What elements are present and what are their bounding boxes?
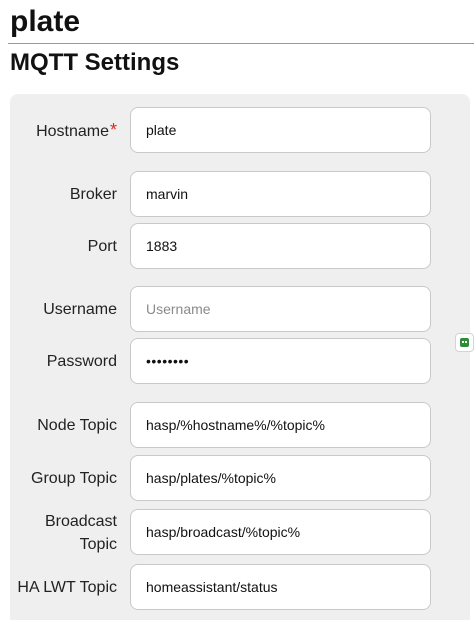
hostname-input[interactable] bbox=[130, 107, 431, 153]
username-input[interactable] bbox=[130, 286, 431, 332]
broadcast-topic-input[interactable] bbox=[130, 509, 431, 555]
port-label: Port bbox=[87, 238, 117, 255]
section-title: MQTT Settings bbox=[10, 49, 180, 76]
broker-row: Broker bbox=[10, 171, 470, 219]
password-label: Password bbox=[46, 353, 117, 370]
group-topic-row: Group Topic bbox=[10, 455, 470, 503]
ha-lwt-topic-row: HA LWT Topic bbox=[10, 564, 470, 612]
broadcast-topic-row: Broadcast Topic bbox=[10, 509, 470, 557]
hostname-label: Hostname* bbox=[10, 119, 117, 143]
ha-lwt-topic-label: HA LWT Topic bbox=[17, 579, 117, 596]
mqtt-form: Hostname* Broker Port Username Password … bbox=[10, 94, 470, 620]
username-row: Username bbox=[10, 286, 470, 334]
broadcast-topic-label: Broadcast Topic bbox=[10, 510, 117, 556]
node-topic-row: Node Topic bbox=[10, 402, 470, 450]
broadcast-topic-label-line1: Broadcast bbox=[44, 513, 117, 530]
group-topic-label: Group Topic bbox=[31, 470, 117, 487]
password-row: Password bbox=[10, 338, 470, 386]
password-manager-icon[interactable] bbox=[455, 333, 474, 352]
broker-input[interactable] bbox=[130, 171, 431, 217]
device-title: plate bbox=[10, 5, 81, 38]
node-topic-input[interactable] bbox=[130, 402, 431, 448]
required-asterisk: * bbox=[109, 120, 117, 140]
node-topic-label: Node Topic bbox=[37, 417, 117, 434]
username-label: Username bbox=[43, 301, 117, 318]
password-input[interactable] bbox=[130, 338, 431, 384]
title-divider bbox=[8, 43, 474, 44]
broker-label: Broker bbox=[69, 186, 117, 203]
password-manager-glyph bbox=[460, 338, 469, 347]
broadcast-topic-label-line2: Topic bbox=[79, 536, 117, 553]
ha-lwt-topic-input[interactable] bbox=[130, 564, 431, 610]
mqtt-settings-page: plate MQTT Settings Hostname* Broker Por… bbox=[0, 0, 474, 620]
port-input[interactable] bbox=[130, 223, 431, 269]
port-row: Port bbox=[10, 223, 470, 271]
hostname-row: Hostname* bbox=[10, 107, 470, 155]
group-topic-input[interactable] bbox=[130, 455, 431, 501]
hostname-label-text: Hostname bbox=[36, 123, 109, 140]
